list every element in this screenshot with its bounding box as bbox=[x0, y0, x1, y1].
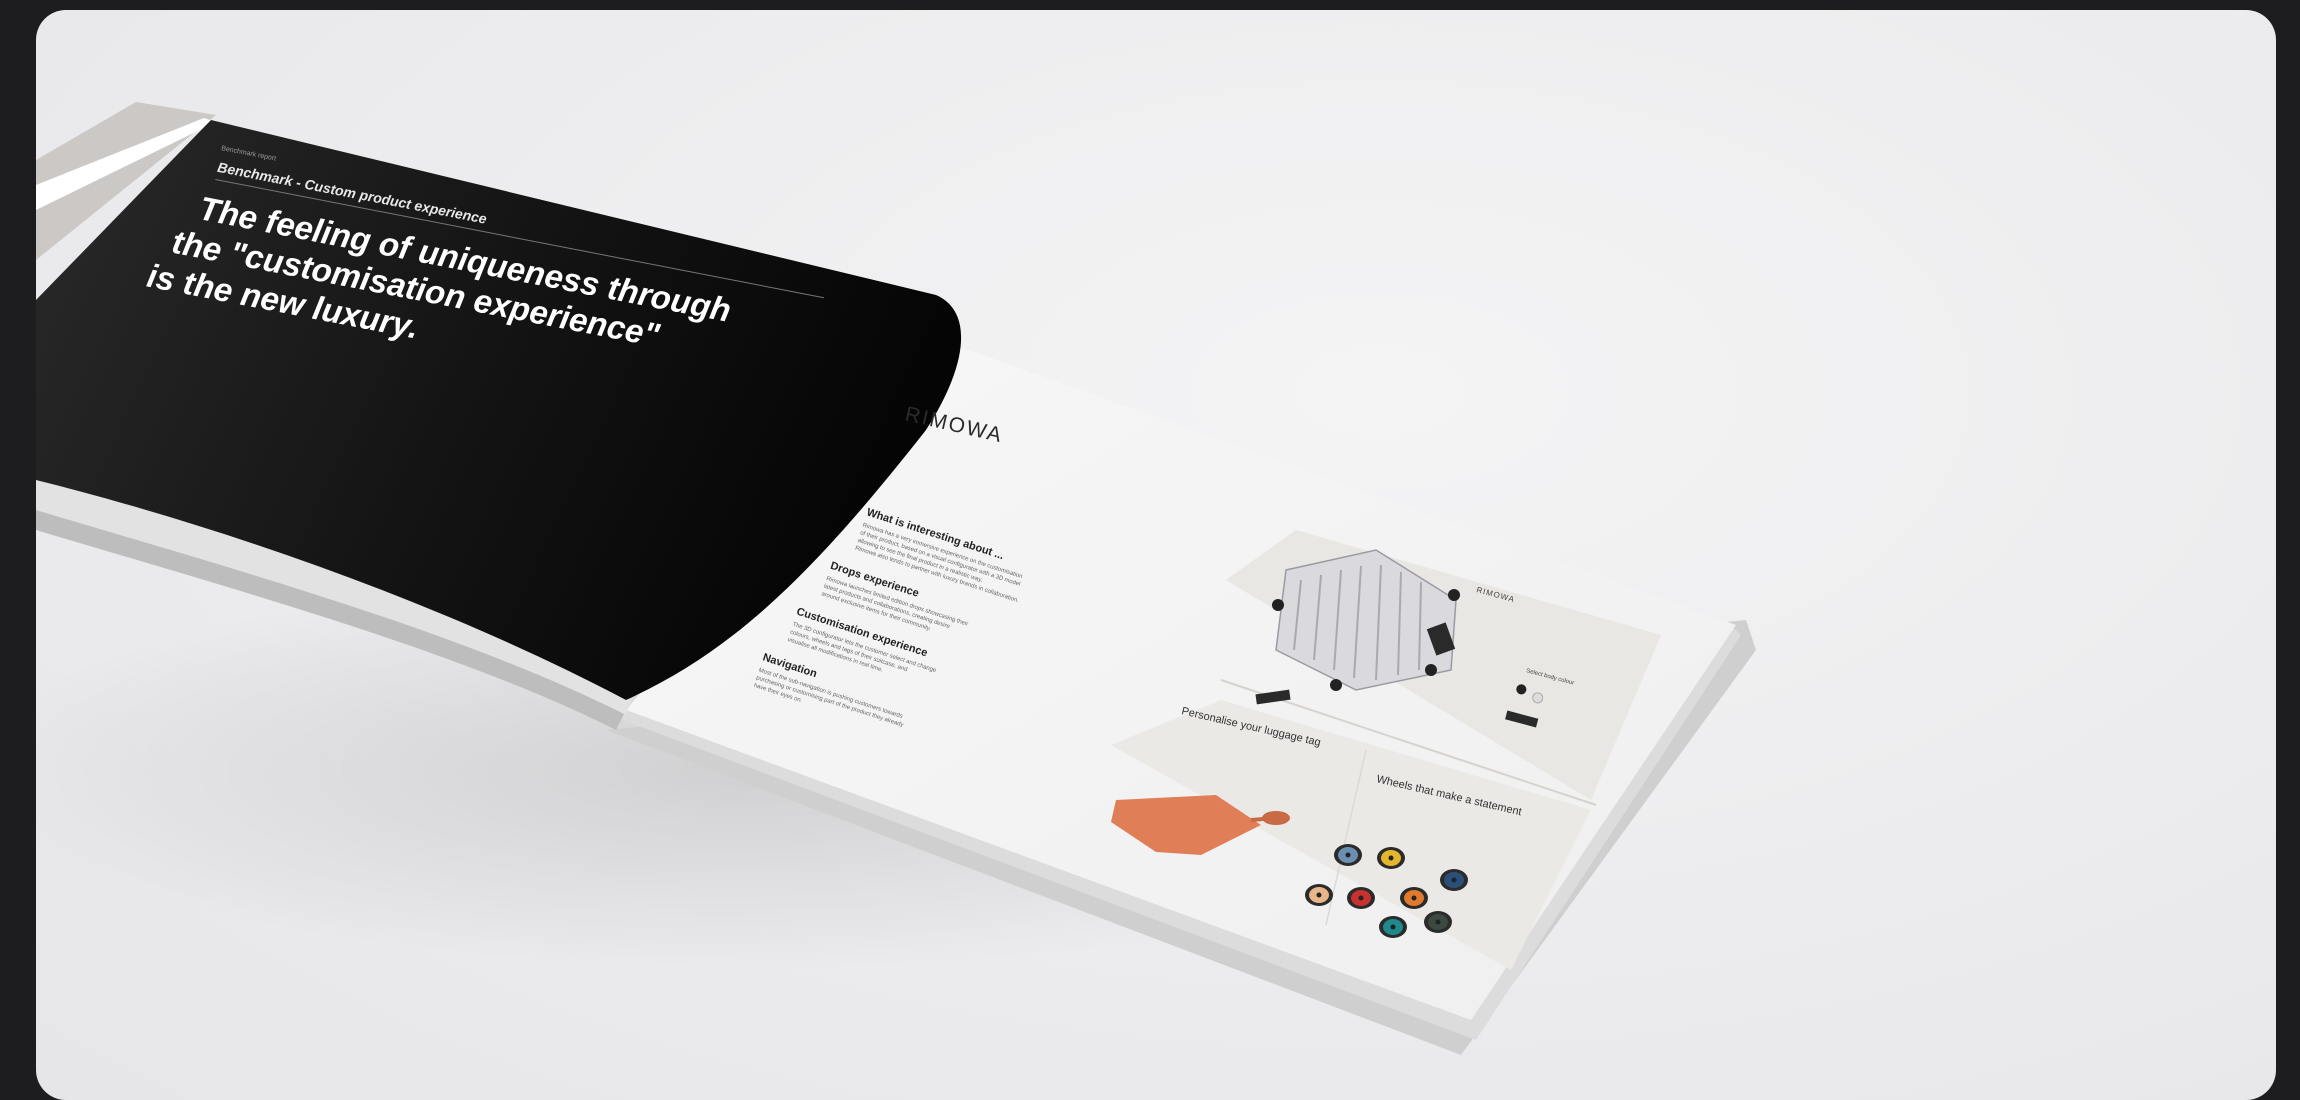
wheel-5 bbox=[1347, 887, 1375, 909]
wheel-2 bbox=[1377, 847, 1405, 869]
book-mockup: Benchmark report Benchmark - Custom prod… bbox=[36, 102, 1756, 1055]
wheel-6 bbox=[1400, 887, 1428, 909]
wheel-8 bbox=[1424, 911, 1452, 933]
mockup-background: Benchmark report Benchmark - Custom prod… bbox=[36, 10, 2276, 1100]
wheel-7 bbox=[1379, 916, 1407, 938]
wheel-4 bbox=[1305, 884, 1333, 906]
wheel-1 bbox=[1334, 844, 1362, 866]
wheel-3 bbox=[1440, 869, 1468, 891]
